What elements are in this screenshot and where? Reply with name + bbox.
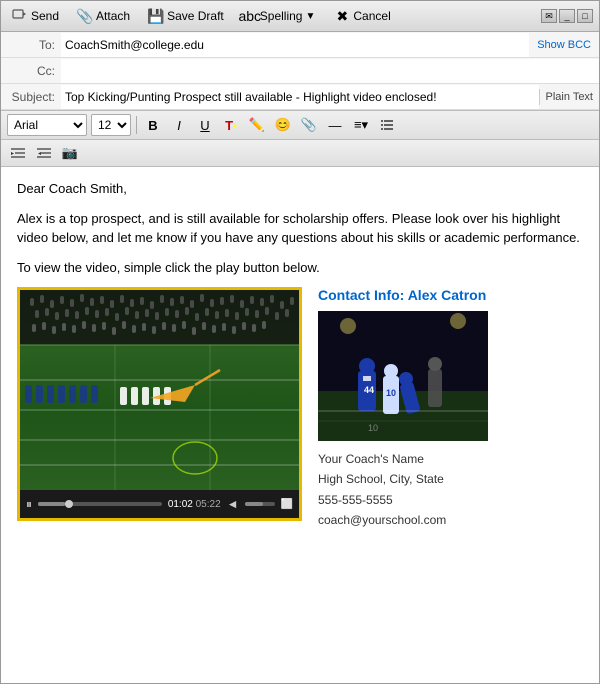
highlight-button[interactable]: ✏️	[246, 114, 268, 136]
time-current: 01:02	[168, 499, 193, 510]
outdent-button[interactable]	[33, 142, 55, 164]
window-minimize[interactable]: _	[559, 9, 575, 23]
align-button[interactable]: ≡▾	[350, 114, 372, 136]
attach-label: Attach	[96, 9, 130, 23]
to-label: To:	[1, 36, 61, 54]
contact-title: Contact Info: Alex Catron	[318, 287, 583, 303]
font-select[interactable]: Arial	[7, 114, 87, 136]
envelope-icon: ✉	[541, 9, 557, 23]
attach-icon: 📎	[77, 8, 93, 24]
format-separator-1	[136, 116, 137, 134]
video-player[interactable]: ⏸ 01:02 05:22 ◄ ⬜	[17, 287, 302, 521]
italic-button[interactable]: I	[168, 114, 190, 136]
video-progress-fill	[38, 502, 65, 506]
svg-text:10: 10	[386, 388, 396, 398]
save-draft-label: Save Draft	[167, 9, 224, 23]
subject-label: Subject:	[1, 88, 61, 106]
insert-photo-button[interactable]: 📷	[59, 142, 81, 164]
video-progress-bar[interactable]	[38, 502, 162, 506]
content-columns: ⏸ 01:02 05:22 ◄ ⬜	[17, 287, 583, 531]
contact-email: coach@yourschool.com	[318, 510, 583, 530]
video-controls: ⏸ 01:02 05:22 ◄ ⬜	[20, 490, 299, 518]
contact-school: High School, City, State	[318, 469, 583, 489]
body-content: Dear Coach Smith, Alex is a top prospect…	[17, 179, 583, 277]
font-color-button[interactable]: Tc	[220, 114, 242, 136]
spelling-label: Spelling	[260, 9, 303, 23]
time-total: 05:22	[196, 499, 221, 510]
greeting: Dear Coach Smith,	[17, 179, 583, 199]
to-input[interactable]	[61, 33, 529, 57]
video-progress-thumb	[65, 500, 73, 508]
spelling-dropdown-arrow: ▼	[304, 11, 316, 22]
hr-button[interactable]: —	[324, 114, 346, 136]
send-label: Send	[31, 9, 59, 23]
email-body[interactable]: Dear Coach Smith, Alex is a top prospect…	[1, 167, 599, 683]
main-toolbar: Send 📎 Attach 💾 Save Draft abc Spelling …	[1, 1, 599, 32]
cc-row: Cc:	[1, 58, 599, 84]
send-button[interactable]: Send	[7, 5, 64, 27]
cc-label: Cc:	[1, 62, 61, 80]
cancel-button[interactable]: ✖ Cancel	[329, 5, 395, 27]
window-maximize[interactable]: □	[577, 9, 593, 23]
attach-inline-button[interactable]: 📎	[298, 114, 320, 136]
svg-text:10: 10	[368, 423, 378, 433]
contact-details: Your Coach's Name High School, City, Sta…	[318, 449, 583, 531]
contact-photo-svg: 10 44 10	[318, 311, 488, 441]
bold-button[interactable]: B	[142, 114, 164, 136]
cc-input[interactable]	[61, 59, 599, 83]
contact-info-section: Contact Info: Alex Catron	[318, 287, 583, 531]
email-header: To: Show BCC Cc: Subject: Plain Text	[1, 32, 599, 111]
video-time-display: 01:02 05:22	[168, 499, 221, 510]
window-controls: ✉ _ □	[541, 9, 593, 23]
subject-input[interactable]	[61, 85, 539, 109]
volume-bar[interactable]	[245, 502, 275, 506]
cancel-label: Cancel	[353, 9, 390, 23]
cancel-icon: ✖	[334, 8, 350, 24]
to-row: To: Show BCC	[1, 32, 599, 58]
format-toolbar-row2: 📷	[1, 140, 599, 167]
show-bcc-button[interactable]: Show BCC	[529, 39, 599, 51]
video-screen	[20, 290, 299, 490]
font-size-select[interactable]: 12	[91, 114, 131, 136]
format-toolbar-row1: Arial 12 B I U Tc ✏️ 😊 📎 — ≡▾	[1, 111, 599, 140]
underline-button[interactable]: U	[194, 114, 216, 136]
subject-row: Subject: Plain Text	[1, 84, 599, 110]
svg-text:44: 44	[364, 385, 374, 395]
contact-phone: 555-555-5555	[318, 490, 583, 510]
list-button[interactable]	[376, 114, 398, 136]
outdent-icon	[36, 146, 52, 160]
send-icon	[12, 8, 28, 24]
indent-icon	[10, 146, 26, 160]
paragraph2: To view the video, simple click the play…	[17, 258, 583, 278]
spelling-button[interactable]: abc Spelling ▼	[237, 5, 322, 27]
fullscreen-button[interactable]: ⬜	[281, 499, 293, 510]
emoji-button[interactable]: 😊	[272, 114, 294, 136]
contact-photo: 10 44 10	[318, 311, 488, 441]
plain-text-button[interactable]: Plain Text	[539, 89, 600, 105]
field-lines-svg	[20, 290, 299, 490]
spelling-icon: abc	[242, 8, 258, 24]
indent-button[interactable]	[7, 142, 29, 164]
play-pause-button[interactable]: ⏸	[26, 497, 32, 512]
list-icon	[380, 118, 394, 132]
attach-button[interactable]: 📎 Attach	[72, 5, 135, 27]
mute-button[interactable]: ◄	[227, 497, 239, 511]
save-icon: 💾	[148, 8, 164, 24]
email-compose-window: Send 📎 Attach 💾 Save Draft abc Spelling …	[0, 0, 600, 684]
volume-fill	[245, 502, 263, 506]
save-draft-button[interactable]: 💾 Save Draft	[143, 5, 229, 27]
paragraph1: Alex is a top prospect, and is still ava…	[17, 209, 583, 248]
contact-name: Your Coach's Name	[318, 449, 583, 469]
